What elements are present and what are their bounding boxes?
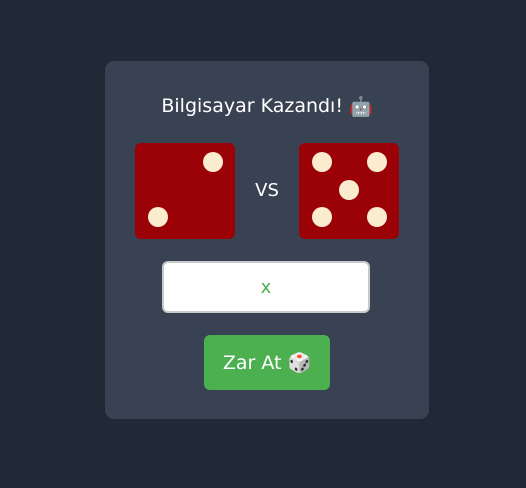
robot-icon: 🤖 xyxy=(348,95,373,118)
die-pip xyxy=(202,152,223,173)
die-pip xyxy=(339,180,359,201)
die-pip xyxy=(311,206,332,227)
result-text: Bilgisayar Kazandı! xyxy=(161,95,343,117)
player-die xyxy=(135,143,235,239)
guess-input[interactable] xyxy=(162,261,370,313)
vs-label: VS xyxy=(255,180,279,201)
result-message: Bilgisayar Kazandı! 🤖 xyxy=(105,95,429,118)
die-pip xyxy=(311,152,332,173)
dice-icon: 🎲 xyxy=(287,352,312,374)
die-pip xyxy=(147,206,168,227)
die-pip xyxy=(366,206,387,227)
computer-die xyxy=(299,143,399,239)
roll-dice-label: Zar At xyxy=(222,351,282,374)
game-card: Bilgisayar Kazandı! 🤖 VS Zar At 🎲 xyxy=(105,61,429,419)
roll-dice-button[interactable]: Zar At 🎲 xyxy=(204,335,330,390)
die-pip xyxy=(366,152,387,173)
